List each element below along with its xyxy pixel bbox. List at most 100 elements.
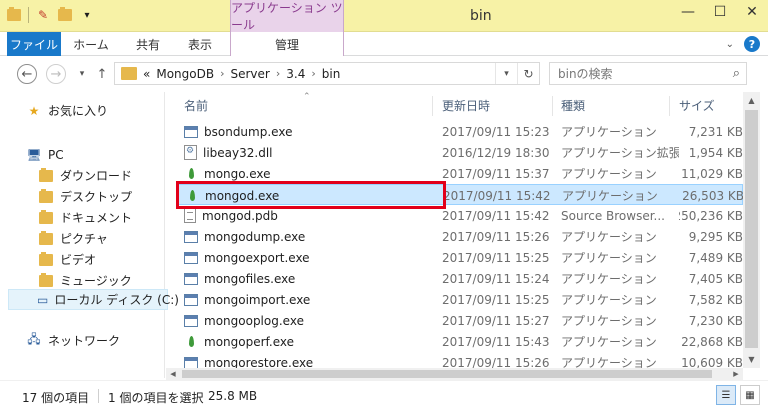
nav-item-network[interactable]: 🖧 ネットワーク [26,330,120,351]
table-row[interactable]: mongod.exe 2017/09/11 15:42 アプリケーション 26,503… [176,184,743,205]
chevron-right-icon[interactable]: › [311,67,315,80]
table-row[interactable]: mongooplog.exe 2017/09/11 15:27 アプリケーション 7,… [176,310,743,331]
ribbon-right-controls: ⌄ ? [726,36,760,52]
file-size: 26,503 KB [682,188,743,203]
file-name: mongoperf.exe [204,334,294,349]
nav-label: ローカル ディスク (C:) [54,293,179,307]
file-name-cell[interactable]: mongoperf.exe [184,331,439,352]
table-row[interactable]: mongoimport.exe 2017/09/11 15:25 アプリケーション 7… [176,289,743,310]
table-row[interactable]: libeay32.dll 2016/12/19 18:30 アプリケーション拡張 1,… [176,142,743,163]
file-type: アプリケーション [561,293,657,307]
tab-share[interactable]: 共有 [128,32,168,56]
nav-item-favorites[interactable]: ★ お気に入り [26,100,108,121]
tab-home[interactable]: ホーム [70,32,112,56]
scroll-right-icon[interactable]: ▶ [729,368,743,380]
new-folder-icon[interactable] [57,7,73,23]
table-row[interactable]: mongodump.exe 2017/09/11 15:26 アプリケーション 9,2… [176,226,743,247]
file-type: アプリケーション [561,335,657,349]
tab-file[interactable]: ファイル [7,32,61,56]
large-icons-view-icon[interactable]: ▦ [740,385,760,405]
table-row[interactable]: bsondump.exe 2017/09/11 15:23 アプリケーション 7,23… [176,121,743,142]
scroll-down-icon[interactable]: ▼ [743,351,760,368]
file-date: 2017/09/11 15:37 [442,166,550,181]
refresh-icon[interactable]: ↻ [517,63,539,84]
file-size: 9,295 KB [688,229,743,244]
file-name-cell[interactable]: mongorestore.exe [184,352,439,368]
file-name-cell[interactable]: mongod.pdb [184,205,439,226]
column-header-date[interactable]: 更新日時 [442,92,490,118]
table-row[interactable]: mongo.exe 2017/09/11 15:37 アプリケーション 11,029 … [176,163,743,184]
breadcrumb-version[interactable]: 3.4 [286,67,305,81]
column-header-type[interactable]: 種類 [561,92,585,118]
table-row[interactable]: mongod.pdb 2017/09/11 15:42 Source Browser… [176,205,743,226]
expand-ribbon-chevron-icon[interactable]: ⌄ [726,39,734,50]
nav-item-videos[interactable]: ビデオ [38,249,96,270]
customize-chevron-down-icon[interactable]: ▾ [79,7,95,23]
window-controls: — ☐ ✕ [672,0,768,24]
tab-view[interactable]: 表示 [180,32,220,56]
file-size: 7,405 KB [688,271,743,286]
file-name-cell[interactable]: mongod.exe [185,185,440,206]
help-icon[interactable]: ? [744,36,760,52]
scroll-left-icon[interactable]: ◀ [166,368,180,380]
sort-ascending-icon: ⌃ [303,92,311,102]
minimize-icon[interactable]: — [672,0,704,24]
file-name-cell[interactable]: mongooplog.exe [184,310,439,331]
breadcrumb-server[interactable]: Server [230,67,269,81]
column-divider[interactable] [669,96,670,116]
history-chevron-down-icon[interactable]: ▾ [495,63,517,84]
nav-item-local-disk[interactable]: ▭ ローカル ディスク (C:) [8,289,179,310]
up-arrow-icon[interactable]: ↑ [92,64,112,84]
file-name-cell[interactable]: bsondump.exe [184,121,439,142]
chevron-right-icon[interactable]: › [276,67,280,80]
nav-item-pictures[interactable]: ピクチャ [38,228,108,249]
nav-item-desktop[interactable]: デスクトップ [38,186,132,207]
vertical-scrollbar[interactable]: ▲ ▼ [743,92,760,368]
table-row[interactable]: mongorestore.exe 2017/09/11 15:26 アプリケーション… [176,352,743,368]
file-name-cell[interactable]: libeay32.dll [184,142,439,163]
chevron-right-icon[interactable]: › [220,67,224,80]
file-name-cell[interactable]: mongoexport.exe [184,247,439,268]
back-arrow-icon[interactable]: ← [17,64,37,84]
table-row[interactable]: mongofiles.exe 2017/09/11 15:24 アプリケーション 7,… [176,268,743,289]
folder-icon[interactable] [6,7,22,23]
recent-chevron-down-icon[interactable]: ▾ [72,64,92,84]
nav-item-music[interactable]: ミュージック [38,270,132,291]
column-divider[interactable] [432,96,433,116]
maximize-icon[interactable]: ☐ [704,0,736,24]
breadcrumb-bin[interactable]: bin [322,67,341,81]
breadcrumb-mongodb[interactable]: MongoDB [156,67,214,81]
horizontal-scrollbar[interactable]: ◀ ▶ [166,368,743,380]
scroll-thumb[interactable] [182,370,712,378]
nav-item-pc[interactable]: 🖥 PC [26,144,64,165]
scroll-thumb[interactable] [745,110,758,348]
column-header-size[interactable]: サイズ [679,92,715,118]
table-row[interactable]: mongoexport.exe 2017/09/11 15:25 アプリケーション 7… [176,247,743,268]
file-name-cell[interactable]: mongofiles.exe [184,268,439,289]
address-bar[interactable]: « MongoDB › Server › 3.4 › bin ▾ ↻ [114,62,540,85]
breadcrumb-overflow[interactable]: « [143,67,150,81]
tab-manage[interactable]: 管理 [230,32,344,56]
column-header-name[interactable]: 名前 [184,92,208,118]
forward-arrow-icon[interactable]: → [46,64,66,84]
scroll-up-icon[interactable]: ▲ [743,92,760,109]
column-divider[interactable] [552,96,553,116]
file-size: 10,609 KB [681,355,743,369]
search-icon[interactable]: ⌕ [733,66,740,81]
music-folder-icon [38,272,54,289]
nav-item-downloads[interactable]: ダウンロード [38,165,132,186]
close-icon[interactable]: ✕ [736,0,768,24]
file-date: 2017/09/11 15:25 [442,250,550,265]
table-row[interactable]: mongoperf.exe 2017/09/11 15:43 アプリケーション 22,… [176,331,743,352]
nav-item-documents[interactable]: ドキュメント [38,207,132,228]
search-input[interactable]: binの検索 ⌕ [549,62,747,85]
file-name: mongodump.exe [204,229,306,244]
file-name-cell[interactable]: mongo.exe [184,163,439,184]
file-name-cell[interactable]: mongoimport.exe [184,289,439,310]
nav-label: PC [48,147,64,162]
file-name-cell[interactable]: mongodump.exe [184,226,439,247]
properties-icon[interactable]: ✎ [35,7,51,23]
file-name: mongoexport.exe [204,250,310,265]
details-view-icon[interactable]: ☰ [716,385,736,405]
context-tab-application-tools: アプリケーション ツール [230,0,344,32]
